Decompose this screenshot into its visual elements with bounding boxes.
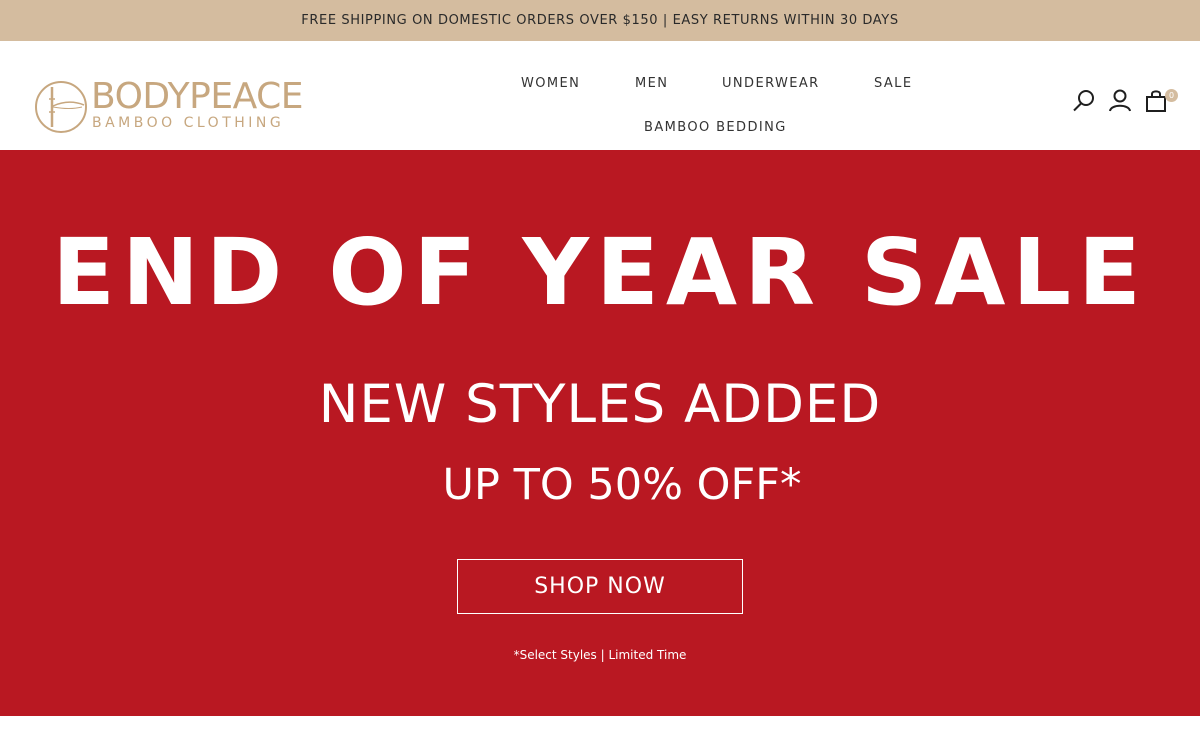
hero-title: END OF YEAR SALE [52, 219, 1148, 326]
nav-women[interactable]: WOMEN [521, 76, 580, 91]
nav-men[interactable]: MEN [635, 76, 668, 91]
search-icon [1073, 90, 1094, 112]
account-button[interactable] [1107, 88, 1133, 114]
hero-disclaimer: *Select Styles | Limited Time [513, 648, 687, 662]
nav-underwear[interactable]: UNDERWEAR [722, 76, 820, 91]
shop-now-button[interactable]: SHOP NOW [457, 559, 743, 614]
bamboo-logo-icon [35, 81, 87, 133]
hero-subtitle: NEW STYLES ADDED [318, 374, 882, 435]
brand-logo[interactable]: BODYPEACE BAMBOO CLOTHING [34, 77, 324, 135]
nav-sale[interactable]: SALE [874, 76, 912, 91]
announcement-text: FREE SHIPPING ON DOMESTIC ORDERS OVER $1… [301, 13, 899, 28]
shop-now-label: SHOP NOW [534, 574, 666, 599]
cart-count-badge: 0 [1165, 89, 1178, 102]
user-icon [1109, 89, 1131, 112]
logo-tagline: BAMBOO CLOTHING [92, 115, 285, 131]
hero-offer: UP TO 50% OFF* [442, 460, 802, 510]
logo-wordmark: BODYPEACE [91, 76, 303, 117]
nav-bamboo-bedding[interactable]: BAMBOO BEDDING [644, 120, 787, 135]
site-header: BODYPEACE BAMBOO CLOTHING WOMEN MEN UNDE… [0, 41, 1200, 150]
search-button[interactable] [1071, 88, 1097, 114]
announcement-bar: FREE SHIPPING ON DOMESTIC ORDERS OVER $1… [0, 0, 1200, 41]
hero-banner[interactable]: END OF YEAR SALE NEW STYLES ADDED UP TO … [0, 150, 1200, 716]
